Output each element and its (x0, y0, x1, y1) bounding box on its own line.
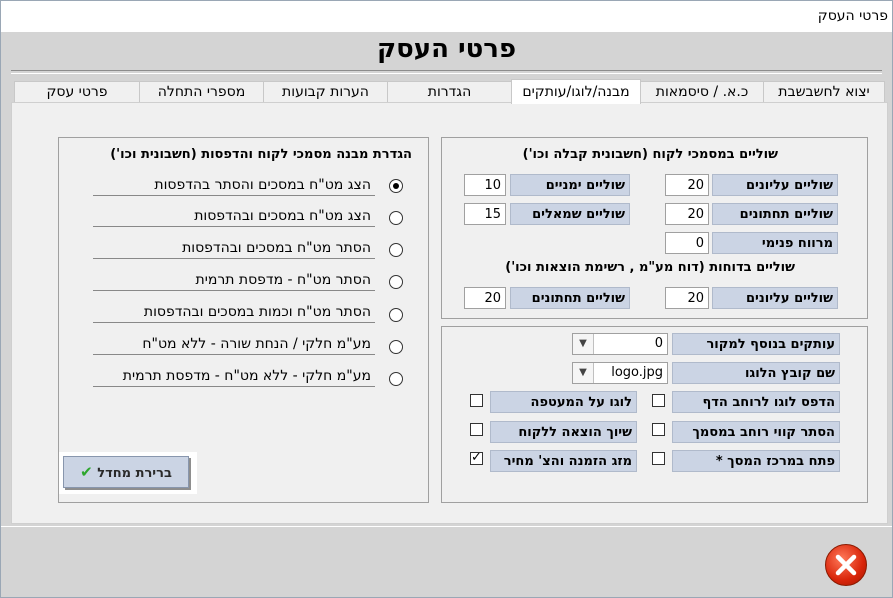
logo-envelope-checkbox[interactable] (470, 394, 483, 407)
structure-option-label: מע"מ חלקי / הנחת שורה - ללא מט"ח (142, 336, 371, 352)
hide-lines-label: הסתר קווי רוחב במסמך (672, 421, 840, 443)
inner-spacing-input[interactable]: 0 (665, 232, 709, 254)
merge-order-quote-label: מזג הזמנה והצ' מחיר (490, 450, 637, 472)
open-center-checkbox[interactable] (652, 452, 665, 465)
tab-business-details[interactable]: פרטי עסק (14, 81, 140, 103)
reports-top-margin-input[interactable]: 20 (665, 287, 709, 309)
bottom-margin-label: שוליים תחתונים (712, 203, 838, 225)
header-divider (11, 70, 882, 71)
logo-file-label: שם קובץ הלוגו (672, 362, 840, 384)
structure-option-radio[interactable] (389, 372, 403, 386)
close-button[interactable] (825, 544, 867, 586)
structure-option-radio[interactable] (389, 211, 403, 225)
footer-bar (1, 526, 892, 597)
chevron-down-icon[interactable]: ▼ (573, 363, 594, 383)
tab-fixed-notes[interactable]: הערות קבועות (263, 81, 388, 103)
structure-option-radio[interactable] (389, 340, 403, 354)
check-icon: ✔ (80, 463, 93, 481)
assign-expense-checkbox[interactable] (470, 423, 483, 436)
option-underline (93, 195, 375, 196)
window-title: פרטי העסק (817, 8, 888, 24)
default-button-label: ברירת מחדל (97, 466, 172, 481)
right-margin-label: שוליים ימניים (510, 174, 630, 196)
print-logo-width-checkbox[interactable] (652, 394, 665, 407)
top-margin-label: שוליים עליונים (712, 174, 838, 196)
logo-file-select[interactable]: ▼ logo.jpg (572, 362, 668, 384)
open-center-label: פתח במרכז המסך * (672, 450, 840, 472)
structure-option-label: הסתר מט"ח - מדפסת תרמית (195, 272, 372, 288)
bottom-margin-input[interactable]: 20 (665, 203, 709, 225)
header-divider-highlight (11, 73, 882, 74)
tab-settings[interactable]: הגדרות (387, 81, 512, 103)
print-logo-width-label: הדפס לוגו לרוחב הדף (672, 391, 840, 413)
structure-option-label: הצג מט"ח במסכים ובהדפסות (194, 208, 371, 224)
left-margin-input[interactable]: 15 (464, 203, 506, 225)
option-underline (93, 258, 375, 259)
assign-expense-label: שיוך הוצאה ללקוח (490, 421, 637, 443)
default-button[interactable]: ברירת מחדל ✔ (63, 456, 189, 488)
option-underline (93, 386, 375, 387)
chevron-down-icon[interactable]: ▼ (573, 334, 594, 354)
copies-select[interactable]: ▼ 0 (572, 333, 668, 355)
reports-top-margin-label: שוליים עליונים (712, 287, 838, 309)
logo-file-value: logo.jpg (611, 365, 663, 380)
option-underline (93, 290, 375, 291)
title-bar: פרטי העסק (1, 1, 892, 32)
structure-option-radio[interactable] (389, 243, 403, 257)
close-icon (835, 554, 857, 576)
right-margin-input[interactable]: 10 (464, 174, 506, 196)
page-title: פרטי העסק (376, 34, 517, 64)
tab-start-numbers[interactable]: מספרי התחלה (139, 81, 264, 103)
reports-bottom-margin-label: שוליים תחתונים (510, 287, 630, 309)
left-margin-label: שוליים שמאלים (510, 203, 630, 225)
structure-option-radio[interactable] (389, 308, 403, 322)
copies-value: 0 (654, 336, 663, 351)
tab-export-hashavshevet[interactable]: יצוא לחשבשבת (763, 81, 885, 103)
structure-option-label: מע"מ חלקי - ללא מט"ח - מדפסת תרמית (122, 368, 371, 384)
reports-margins-title: שוליים בדוחות (דוח מע"מ , רשימת הוצאות ו… (505, 260, 795, 275)
tab-structure-logo-copies[interactable]: מבנה/לוגו/עותקים (511, 79, 641, 104)
hide-lines-checkbox[interactable] (652, 423, 665, 436)
option-underline (93, 226, 375, 227)
logo-envelope-label: לוגו על המעטפה (490, 391, 637, 413)
structure-option-label: הסתר מט"ח במסכים ובהדפסות (182, 240, 371, 256)
structure-title: הגדרת מבנה מסמכי לקוח והדפסות (חשבונית ו… (110, 147, 412, 162)
structure-option-radio[interactable] (389, 275, 403, 289)
structure-option-radio[interactable] (389, 179, 403, 193)
tab-users-passwords[interactable]: כ.א. / סיסמאות (640, 81, 764, 103)
reports-bottom-margin-input[interactable]: 20 (464, 287, 506, 309)
margins-title: שוליים במסמכי לקוח (חשבונית קבלה וכו') (522, 147, 778, 162)
merge-order-quote-checkbox[interactable] (470, 450, 483, 465)
structure-option-label: הצג מט"ח במסכים והסתר בהדפסות (154, 177, 371, 193)
option-underline (93, 354, 375, 355)
inner-spacing-label: מרווח פנימי (712, 232, 838, 254)
structure-option-label: הסתר מט"ח וכמות במסכים ובהדפסות (143, 304, 371, 320)
copies-label: עותקים בנוסף למקור (672, 333, 840, 355)
window: פרטי העסק פרטי העסק יצוא לחשבשבת כ.א. / … (0, 0, 893, 598)
option-underline (93, 322, 375, 323)
top-margin-input[interactable]: 20 (665, 174, 709, 196)
